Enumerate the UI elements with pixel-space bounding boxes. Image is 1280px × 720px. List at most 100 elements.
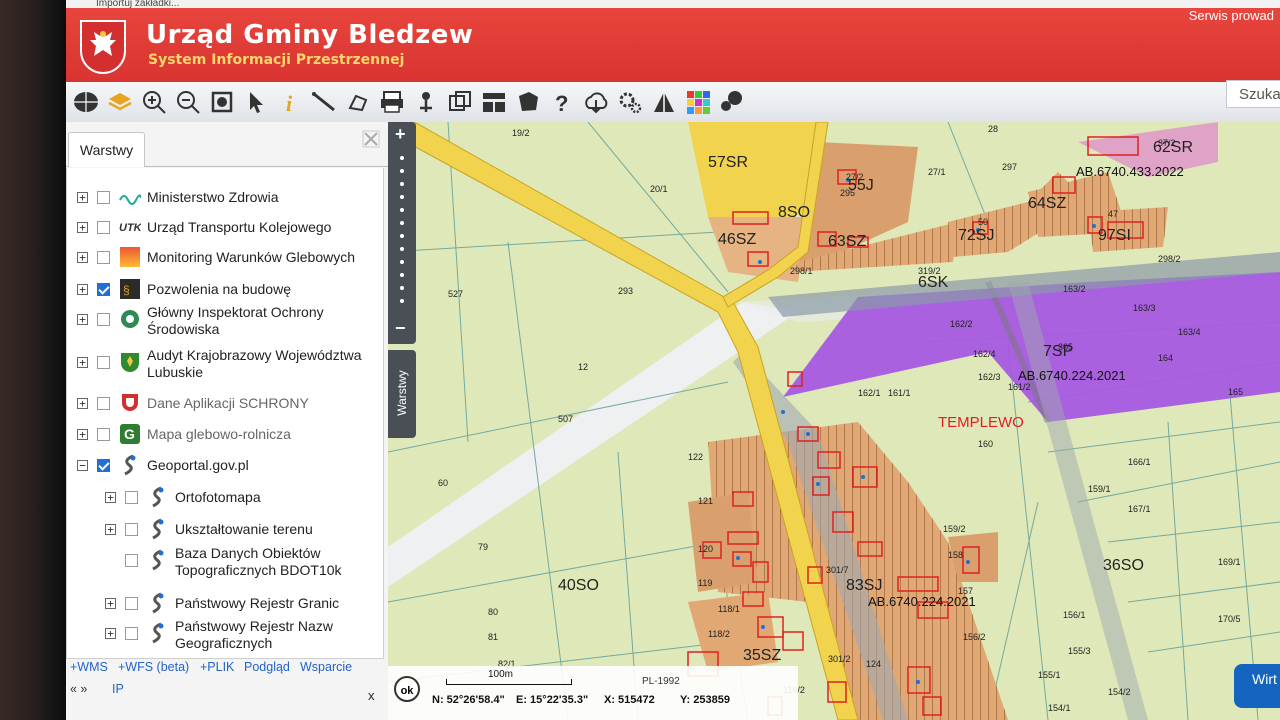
layer-checkbox[interactable] [125,523,138,536]
globe-icon[interactable] [72,88,100,116]
expand-toggle[interactable]: + [105,524,116,535]
layer-row[interactable]: − Geoportal.gov.pl [67,454,383,486]
zoom-in-button[interactable]: + [395,124,406,145]
zoom-out-button[interactable]: − [395,318,406,339]
add-wms-link[interactable]: +WMS [70,660,108,674]
layer-checkbox[interactable] [125,597,138,610]
expand-toggle[interactable]: − [77,460,88,471]
expand-toggle[interactable]: + [77,429,88,440]
terrain-icon[interactable] [650,88,678,116]
cloud-download-icon[interactable] [582,88,610,116]
geoportal-icon [147,592,169,614]
zoom-in-icon[interactable] [140,88,168,116]
wirt-button[interactable]: Wirt [1234,664,1280,708]
bookmark-import[interactable]: Importuj zakładki... [96,0,179,8]
layer-checkbox[interactable] [97,191,110,204]
layer-checkbox[interactable] [125,554,138,567]
zoom-level-dot[interactable] [400,247,404,251]
grid-icon[interactable] [684,88,712,116]
layer-row[interactable]: + G Mapa glebowo-rolnicza [67,424,383,455]
pointer-icon[interactable] [242,88,270,116]
zoom-control: + − [388,122,416,344]
layer-checkbox[interactable] [97,356,110,369]
expand-toggle[interactable]: + [77,357,88,368]
zoom-level-dot[interactable] [400,195,404,199]
expand-toggle[interactable]: + [77,252,88,263]
zoom-level-dot[interactable] [400,182,404,186]
projection-select[interactable]: PL-1992 [642,676,680,687]
layer-row[interactable]: + Ministerstwo Zdrowia [67,188,383,218]
chat-icon[interactable] [718,88,746,116]
expand-toggle[interactable]: + [77,314,88,325]
layer-checkbox[interactable] [97,221,110,234]
zoom-level-dot[interactable] [400,273,404,277]
zoom-level-dot[interactable] [400,156,404,160]
parcel-number-label: 159/1 [1088,484,1111,494]
zoom-level-dot[interactable] [400,208,404,212]
parcel-icon[interactable] [514,88,542,116]
expand-toggle[interactable]: + [105,628,116,639]
layer-checkbox[interactable] [97,251,110,264]
layer-label: Audyt Krajobrazowy Województwa Lubuskie [147,347,362,380]
expand-toggle[interactable]: + [105,492,116,503]
expand-toggle[interactable]: + [77,192,88,203]
layer-checkbox[interactable] [125,627,138,640]
service-link[interactable]: Serwis prowad [1189,8,1274,23]
print-icon[interactable] [378,88,406,116]
close-panel-icon[interactable] [362,130,380,148]
zone-label: 97SI [1098,227,1131,244]
add-wfs-link[interactable]: +WFS (beta) [118,660,189,674]
preview-link[interactable]: Podgląd [244,660,290,674]
expand-toggle[interactable]: + [77,222,88,233]
measure-area-icon[interactable] [344,88,372,116]
settings-icon[interactable] [616,88,644,116]
measure-distance-icon[interactable] [310,88,338,116]
layer-label: Geoportal.gov.pl [147,457,249,473]
ok-button[interactable]: ok [394,676,420,702]
layers-icon[interactable] [106,88,134,116]
parcel-number-label: 19/2 [512,128,530,138]
zoom-level-dot[interactable] [400,260,404,264]
layer-row[interactable]: + Dane Aplikacji SCHRONY [67,394,383,424]
coordinates-icon[interactable] [412,88,440,116]
zoom-extent-icon[interactable] [208,88,236,116]
help-icon[interactable]: ? [548,88,576,116]
layer-checkbox[interactable] [97,283,110,296]
expand-toggle[interactable]: + [77,284,88,295]
map-canvas[interactable]: 57SR 8SO 46SZ 63SZ 72SJ 64SZ 97SI 6SK 7SP 40SO 36S… [388,122,1280,720]
geoportal-icon [147,486,169,508]
layer-row[interactable]: + Państwowy Rejestr Nazw Geograficznych [67,618,383,654]
nav-arrows[interactable]: « » [70,682,87,696]
zoom-level-dot[interactable] [400,286,404,290]
parcel-number-label: 162/2 [950,319,973,329]
support-link[interactable]: Wsparcie [300,660,352,674]
expand-toggle[interactable]: + [105,598,116,609]
tab-layers[interactable]: Warstwy [68,132,145,167]
zoom-level-dot[interactable] [400,234,404,238]
parcel-number-label: 156/1 [1063,610,1086,620]
ip-link[interactable]: IP [112,682,124,696]
layers-toggle-tab[interactable]: Warstwy [388,350,416,438]
layer-row[interactable]: + Ortofotomapa [67,486,383,518]
layer-row[interactable]: + Monitoring Warunków Glebowych [67,247,383,278]
layer-checkbox[interactable] [97,397,110,410]
zoom-level-dot[interactable] [400,299,404,303]
layout-icon[interactable] [480,88,508,116]
expand-toggle[interactable]: + [77,398,88,409]
add-file-link[interactable]: +PLIK [200,660,234,674]
zoom-level-dot[interactable] [400,221,404,225]
layer-row[interactable]: + Główny Inspektorat Ochrony Środowiska [67,304,383,340]
search-input[interactable]: Szuka [1226,80,1280,108]
layer-row[interactable]: + UTK Urząd Transportu Kolejowego [67,218,383,248]
layer-row[interactable]: + Audyt Krajobrazowy Województwa Lubuskie [67,347,383,383]
layer-checkbox[interactable] [97,428,110,441]
info-icon[interactable]: i [276,88,304,116]
layer-checkbox[interactable] [97,313,110,326]
export-icon[interactable] [446,88,474,116]
zoom-level-dot[interactable] [400,169,404,173]
layer-checkbox[interactable] [97,459,110,472]
layer-checkbox[interactable] [125,491,138,504]
layer-row[interactable]: Baza Danych Obiektów Topograficznych BDOT… [67,545,383,581]
zoom-out-icon[interactable] [174,88,202,116]
close-footer-icon[interactable]: x [368,688,375,703]
